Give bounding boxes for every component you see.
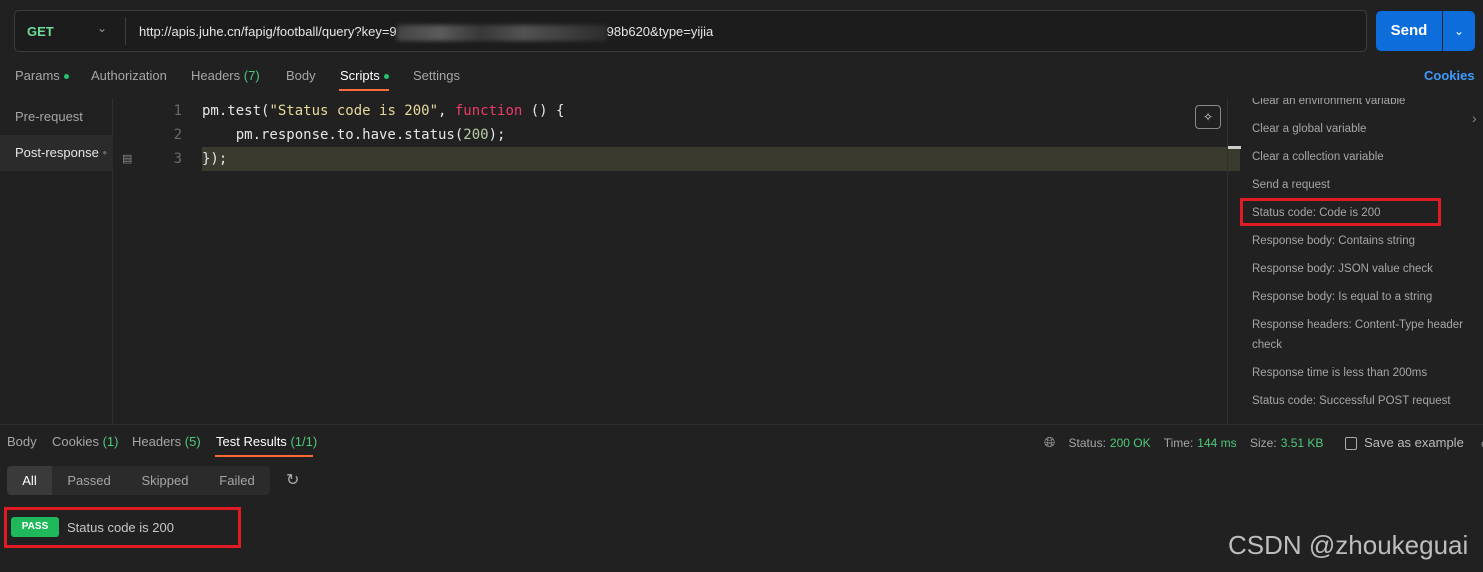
tab-label: Scripts xyxy=(340,68,380,83)
snippet-item[interactable]: Response body: Is equal to a string xyxy=(1252,287,1477,307)
snippet-item[interactable]: Clear an environment variable xyxy=(1252,98,1477,111)
save-as-example-button[interactable]: Save as example xyxy=(1364,435,1464,450)
tab-label: Settings xyxy=(413,68,460,83)
tab-label: Headers xyxy=(132,434,182,449)
code-line[interactable]: pm.response.to.have.status(200); xyxy=(202,127,506,143)
tab-count: (5) xyxy=(184,434,201,449)
snippet-item[interactable]: Send a request xyxy=(1252,175,1477,195)
globe-icon[interactable]: 🌐︎ xyxy=(1044,434,1055,450)
status-value[interactable]: 200 OK xyxy=(1110,436,1151,450)
snippet-item[interactable]: Response body: JSON value check xyxy=(1252,259,1477,279)
filter-passed[interactable]: Passed xyxy=(52,466,126,495)
url-prefix: http://apis.juhe.cn/fapig/football/query… xyxy=(139,24,397,39)
current-line-highlight xyxy=(202,147,1240,171)
tab-label: Test Results xyxy=(216,434,287,449)
response-tab-cookies[interactable]: Cookies (1) xyxy=(52,434,118,449)
post-response-tab[interactable]: Post-response • xyxy=(0,135,113,171)
ai-assist-icon[interactable]: ✧ xyxy=(1195,105,1221,129)
active-tab-underline xyxy=(215,455,313,457)
response-tab-test-results[interactable]: Test Results (1/1) xyxy=(216,434,317,449)
tab-label: Post-response xyxy=(15,145,99,160)
time-value[interactable]: 144 ms xyxy=(1197,436,1236,450)
dot-indicator xyxy=(63,74,69,80)
code-token: ); xyxy=(488,127,506,143)
tab-count: (1) xyxy=(102,434,119,449)
filter-failed[interactable]: Failed xyxy=(204,466,270,495)
snippet-item[interactable]: Response body: Contains string xyxy=(1252,231,1477,251)
size-label: Size: xyxy=(1250,436,1277,450)
code-line[interactable]: pm.test("Status code is 200", function (… xyxy=(202,103,564,119)
tab-headers[interactable]: Headers (7) xyxy=(191,68,260,83)
save-icon xyxy=(1344,437,1357,451)
response-tab-headers[interactable]: Headers (5) xyxy=(132,434,201,449)
pass-badge: PASS xyxy=(11,517,59,537)
send-button[interactable]: Send xyxy=(1376,11,1442,51)
tab-label: Params xyxy=(15,68,60,83)
filter-skipped[interactable]: Skipped xyxy=(126,466,204,495)
tab-scripts[interactable]: Scripts xyxy=(340,68,389,83)
snippet-item[interactable]: Clear a global variable xyxy=(1252,119,1477,139)
tab-label: Headers xyxy=(191,68,241,83)
response-status-bar: 🌐︎ Status: 200 OK Time: 144 ms Size: 3.51 K… xyxy=(1044,434,1483,451)
test-result-name: Status code is 200 xyxy=(67,520,174,535)
code-line[interactable]: }); xyxy=(202,151,227,167)
line-number: 1 xyxy=(173,103,182,119)
snippet-item[interactable]: Response time is less than 200ms xyxy=(1252,363,1477,383)
tab-label: Body xyxy=(286,68,316,83)
test-filter-group: All Passed Skipped Failed xyxy=(7,466,270,495)
tab-label: Authorization xyxy=(91,68,167,83)
code-number: 200 xyxy=(463,127,489,143)
code-keyword: function xyxy=(454,103,523,119)
code-token: , xyxy=(438,103,455,119)
send-options-chevron-icon[interactable]: ⌄ xyxy=(1443,11,1475,51)
tab-authorization[interactable]: Authorization xyxy=(91,68,167,83)
time-label: Time: xyxy=(1163,436,1194,450)
chevron-down-icon[interactable]: ⌄ xyxy=(97,21,107,35)
line-number: 3 xyxy=(173,151,182,167)
url-input[interactable]: http://apis.juhe.cn/fapig/football/query… xyxy=(139,24,713,41)
snippet-item[interactable]: Status code: Code is 200 xyxy=(1252,203,1477,223)
filter-all[interactable]: All xyxy=(7,466,52,495)
line-number: 2 xyxy=(173,127,182,143)
dot-indicator xyxy=(383,74,389,80)
url-suffix: 98b620&type=yijia xyxy=(606,24,714,39)
divider xyxy=(0,424,1483,425)
divider xyxy=(125,17,126,45)
code-token: pm.response.to.have.status( xyxy=(202,127,464,143)
tab-count: (7) xyxy=(243,68,260,83)
comment-icon[interactable]: ▤ xyxy=(122,152,132,165)
pre-request-tab[interactable]: Pre-request xyxy=(0,99,113,135)
script-type-pane: Pre-request Post-response • xyxy=(0,98,113,424)
cookies-link[interactable]: Cookies xyxy=(1424,68,1475,83)
snippet-item[interactable]: Status code: Successful POST request xyxy=(1252,391,1477,411)
size-value[interactable]: 3.51 KB xyxy=(1281,436,1324,450)
tab-settings[interactable]: Settings xyxy=(413,68,460,83)
redacted-key xyxy=(396,24,607,41)
snippet-item[interactable]: Response headers: Content-Type header ch… xyxy=(1252,315,1477,355)
snippet-item[interactable]: Clear a collection variable xyxy=(1252,147,1477,167)
tab-count: (1/1) xyxy=(290,434,318,449)
status-label: Status: xyxy=(1068,436,1106,450)
watermark: CSDN @zhoukeguai xyxy=(1228,530,1469,560)
url-bar: GET ⌄ http://apis.juhe.cn/fapig/football… xyxy=(14,10,1367,52)
response-tab-body[interactable]: Body xyxy=(7,434,37,449)
code-token: pm.test( xyxy=(202,103,270,119)
tab-params[interactable]: Params xyxy=(15,68,69,83)
active-tab-underline xyxy=(339,89,389,91)
refresh-icon[interactable]: ↻ xyxy=(286,470,299,490)
dot-indicator: • xyxy=(102,145,108,160)
tab-label: Cookies xyxy=(52,434,99,449)
method-select[interactable]: GET xyxy=(27,24,54,39)
tab-body[interactable]: Body xyxy=(286,68,316,83)
scrollbar[interactable] xyxy=(1228,146,1241,149)
snippets-panel: › Clear an environment variable Clear a … xyxy=(1227,98,1483,424)
code-token: () { xyxy=(522,103,565,119)
code-string: "Status code is 200" xyxy=(269,103,439,119)
